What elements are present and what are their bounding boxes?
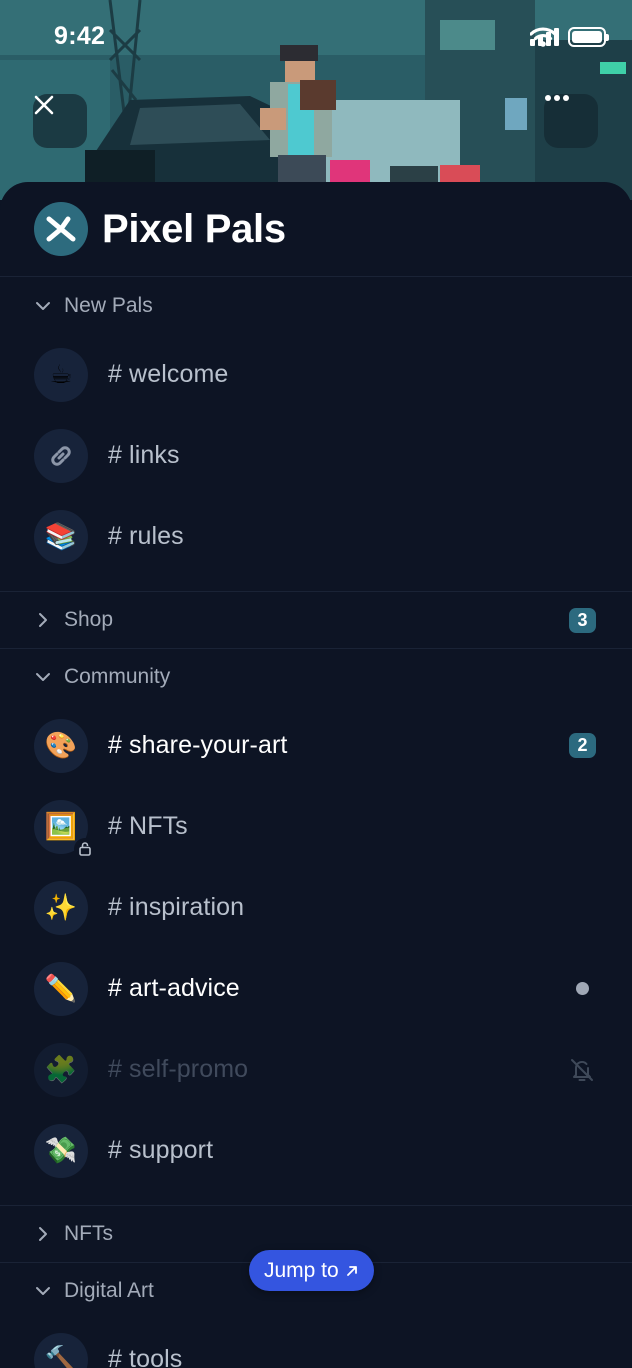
arrow-up-right-icon [346,1265,357,1276]
chevron-right-icon [34,1225,52,1243]
channel-nfts[interactable]: 🖼️ # NFTs [0,786,632,867]
channel-name: # rules [108,522,184,550]
lock-icon [74,837,96,860]
channel-name: # support [108,1136,214,1164]
category-label: New Pals [64,293,153,317]
hammer-icon: 🔨 [34,1332,88,1368]
channel-share-your-art[interactable]: 🎨 # share-your-art 2 [0,705,632,786]
muted-bell-icon [568,1056,596,1084]
battery-icon [568,27,609,47]
category-label: Digital Art [64,1279,154,1302]
category-label: NFTs [64,1222,113,1245]
link-icon [34,428,88,483]
x-logo-icon [46,216,76,242]
unread-dot [576,982,589,995]
unread-count-badge: 3 [569,607,596,633]
pencil-icon: ✏️ [34,961,88,1016]
app-screen: 9:42 Pixel Pals New Pals ☕ # welcome # l… [0,0,632,1368]
category-label: Shop [64,608,114,631]
server-banner: 9:42 [0,0,632,200]
close-button[interactable] [33,94,87,148]
jump-to-button[interactable]: Jump to [249,1250,374,1291]
jump-to-label: Jump to [264,1258,339,1282]
channel-name: # links [108,441,180,469]
channel-name: # art-advice [108,974,240,1002]
channel-self-promo[interactable]: 🧩 # self-promo [0,1029,632,1110]
chevron-down-icon [34,297,52,315]
mention-count-badge: 2 [569,733,596,758]
chevron-down-icon [34,1282,52,1300]
channel-rules[interactable]: 📚 # rules [0,496,632,577]
channel-links[interactable]: # links [0,415,632,496]
sparkles-icon: ✨ [34,880,88,935]
server-logo [34,202,88,256]
chevron-down-icon [34,668,52,686]
more-horizontal-icon [545,95,569,101]
category-label: Community [64,665,171,688]
server-name: Pixel Pals [102,206,286,251]
category-new-pals[interactable]: New Pals [0,277,632,334]
server-header[interactable]: Pixel Pals [0,182,632,277]
channel-name: # NFTs [108,812,188,840]
channel-welcome[interactable]: ☕ # welcome [0,334,632,415]
category-shop[interactable]: Shop 3 [0,591,632,648]
books-icon: 📚 [34,509,88,564]
channel-list-sheet: Pixel Pals New Pals ☕ # welcome # links … [0,182,632,1368]
channel-support[interactable]: 💸 # support [0,1110,632,1191]
framed-picture-emoji: 🖼️ [44,811,78,841]
palette-icon: 🎨 [34,718,88,773]
close-icon [34,95,54,115]
channel-name: # share-your-art [108,731,288,759]
channel-name: # tools [108,1345,183,1368]
channel-name: # self-promo [108,1055,249,1083]
channel-inspiration[interactable]: ✨ # inspiration [0,867,632,948]
status-time: 9:42 [54,22,106,50]
category-community[interactable]: Community [0,648,632,705]
puzzle-icon: 🧩 [34,1042,88,1097]
more-options-button[interactable] [544,94,598,148]
chevron-right-icon [34,611,52,629]
channel-name: # inspiration [108,893,245,921]
framed-picture-icon: 🖼️ [34,799,96,860]
money-wings-icon: 💸 [34,1123,88,1178]
status-icons [530,27,609,47]
coffee-icon: ☕ [34,347,88,402]
channel-art-advice[interactable]: ✏️ # art-advice [0,948,632,1029]
channel-name: # welcome [108,360,229,388]
wifi-icon [530,27,556,47]
channel-tools[interactable]: 🔨 # tools [0,1319,632,1368]
